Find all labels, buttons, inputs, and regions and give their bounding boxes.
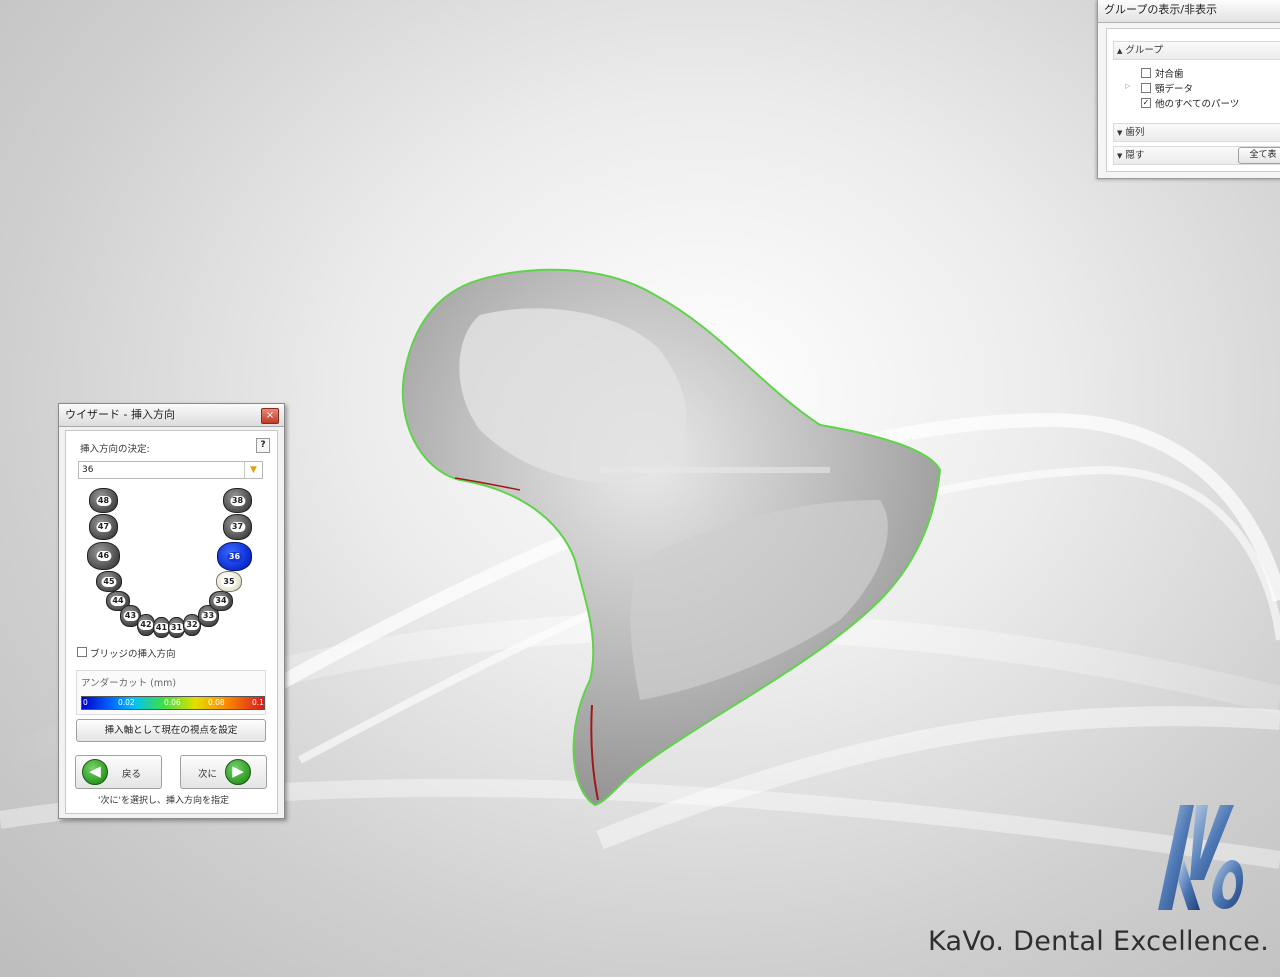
dentition-section-header[interactable]: ▼ 歯列: [1113, 123, 1280, 142]
caret-down-icon: ▼: [1117, 129, 1123, 137]
set-current-view-button[interactable]: 挿入軸として現在の視点を設定: [76, 719, 266, 742]
tooth-select-value: 36: [82, 465, 94, 475]
panel-title: グループの表示/非表示: [1098, 0, 1280, 23]
undercut-tick-1: 0.02: [118, 698, 135, 707]
wizard-title: ウイザード - 挿入方向: [59, 404, 284, 427]
tooth-die-model[interactable]: [401, 268, 942, 807]
group-section-label: グループ: [1125, 45, 1163, 56]
tooth-48[interactable]: 48: [89, 488, 118, 513]
expand-arrow-icon[interactable]: ▷: [1125, 82, 1130, 90]
chevron-down-icon[interactable]: ▼: [244, 462, 262, 478]
close-button[interactable]: ×: [261, 408, 279, 424]
tooth-36-selected[interactable]: 36: [217, 542, 252, 571]
insertion-direction-wizard: ウイザード - 挿入方向 × 挿入方向の決定: ? 36 ▼ 48 47 46 …: [58, 403, 285, 819]
panel-body: ▲ グループ 対合歯 ▷ 顎データ ✓ 他のすべてのパーツ ▼ 歯列 ▼ 隠す 全て表: [1106, 28, 1280, 172]
jaw-data-checkbox[interactable]: [1141, 83, 1151, 93]
undercut-label: アンダーカット (mm): [81, 678, 177, 689]
bridge-checkbox[interactable]: [77, 647, 87, 657]
show-all-button[interactable]: 全て表: [1238, 147, 1280, 164]
arrow-right-icon: ▶: [225, 759, 251, 785]
arrow-left-icon: ◀: [82, 759, 108, 785]
wizard-hint: '次に'を選択し、挿入方向を指定: [98, 796, 229, 806]
insertion-direction-label: 挿入方向の決定:: [80, 444, 150, 455]
group-visibility-panel: グループの表示/非表示 ▲ グループ 対合歯 ▷ 顎データ ✓ 他のすべてのパーツ…: [1097, 0, 1280, 179]
next-button[interactable]: 次に ▶: [180, 755, 267, 789]
tooth-47[interactable]: 47: [89, 514, 118, 540]
caret-down-icon: ▼: [1117, 152, 1123, 160]
undercut-tick-2: 0.06: [164, 698, 181, 707]
opposing-teeth-checkbox[interactable]: [1141, 68, 1151, 78]
group-section-header[interactable]: ▲ グループ: [1113, 41, 1280, 60]
undercut-tick-3: 0.08: [208, 698, 225, 707]
undercut-legend: アンダーカット (mm) 0 0.02 0.06 0.08 0.1: [76, 670, 266, 715]
bridge-checkbox-label: ブリッジの挿入方向: [90, 649, 176, 660]
back-button[interactable]: ◀ 戻る: [75, 755, 162, 789]
group-item-jaw-data[interactable]: 顎データ: [1155, 81, 1193, 95]
tooth-37[interactable]: 37: [223, 514, 252, 540]
brand-tagline: KaVo. Dental Excellence.: [928, 926, 1270, 957]
undercut-tick-0: 0: [83, 698, 88, 707]
undercut-tick-4: 0.1: [252, 698, 264, 707]
group-item-all-other-parts[interactable]: 他のすべてのパーツ: [1155, 96, 1239, 110]
tooth-46[interactable]: 46: [87, 542, 120, 570]
next-button-label: 次に: [198, 769, 218, 780]
help-button[interactable]: ?: [256, 438, 270, 453]
kavo-logo: [1158, 805, 1244, 910]
back-button-label: 戻る: [122, 769, 142, 780]
hide-section-header[interactable]: ▼ 隠す 全て表: [1113, 146, 1280, 165]
tooth-38[interactable]: 38: [223, 488, 252, 513]
tooth-35[interactable]: 35: [216, 571, 242, 592]
all-other-parts-checkbox[interactable]: ✓: [1141, 98, 1151, 108]
caret-up-icon: ▲: [1117, 47, 1123, 55]
group-item-opposing-teeth[interactable]: 対合歯: [1155, 66, 1184, 80]
hide-section-label: 隠す: [1125, 150, 1145, 161]
wizard-content: 挿入方向の決定: ? 36 ▼ 48 47 46 45 44 43 42 41 …: [65, 430, 278, 814]
dentition-section-label: 歯列: [1125, 127, 1145, 138]
tooth-45[interactable]: 45: [96, 571, 122, 592]
tooth-34[interactable]: 34: [209, 591, 233, 611]
tooth-select[interactable]: 36 ▼: [78, 461, 263, 479]
undercut-color-scale: 0 0.02 0.06 0.08 0.1: [81, 696, 265, 710]
